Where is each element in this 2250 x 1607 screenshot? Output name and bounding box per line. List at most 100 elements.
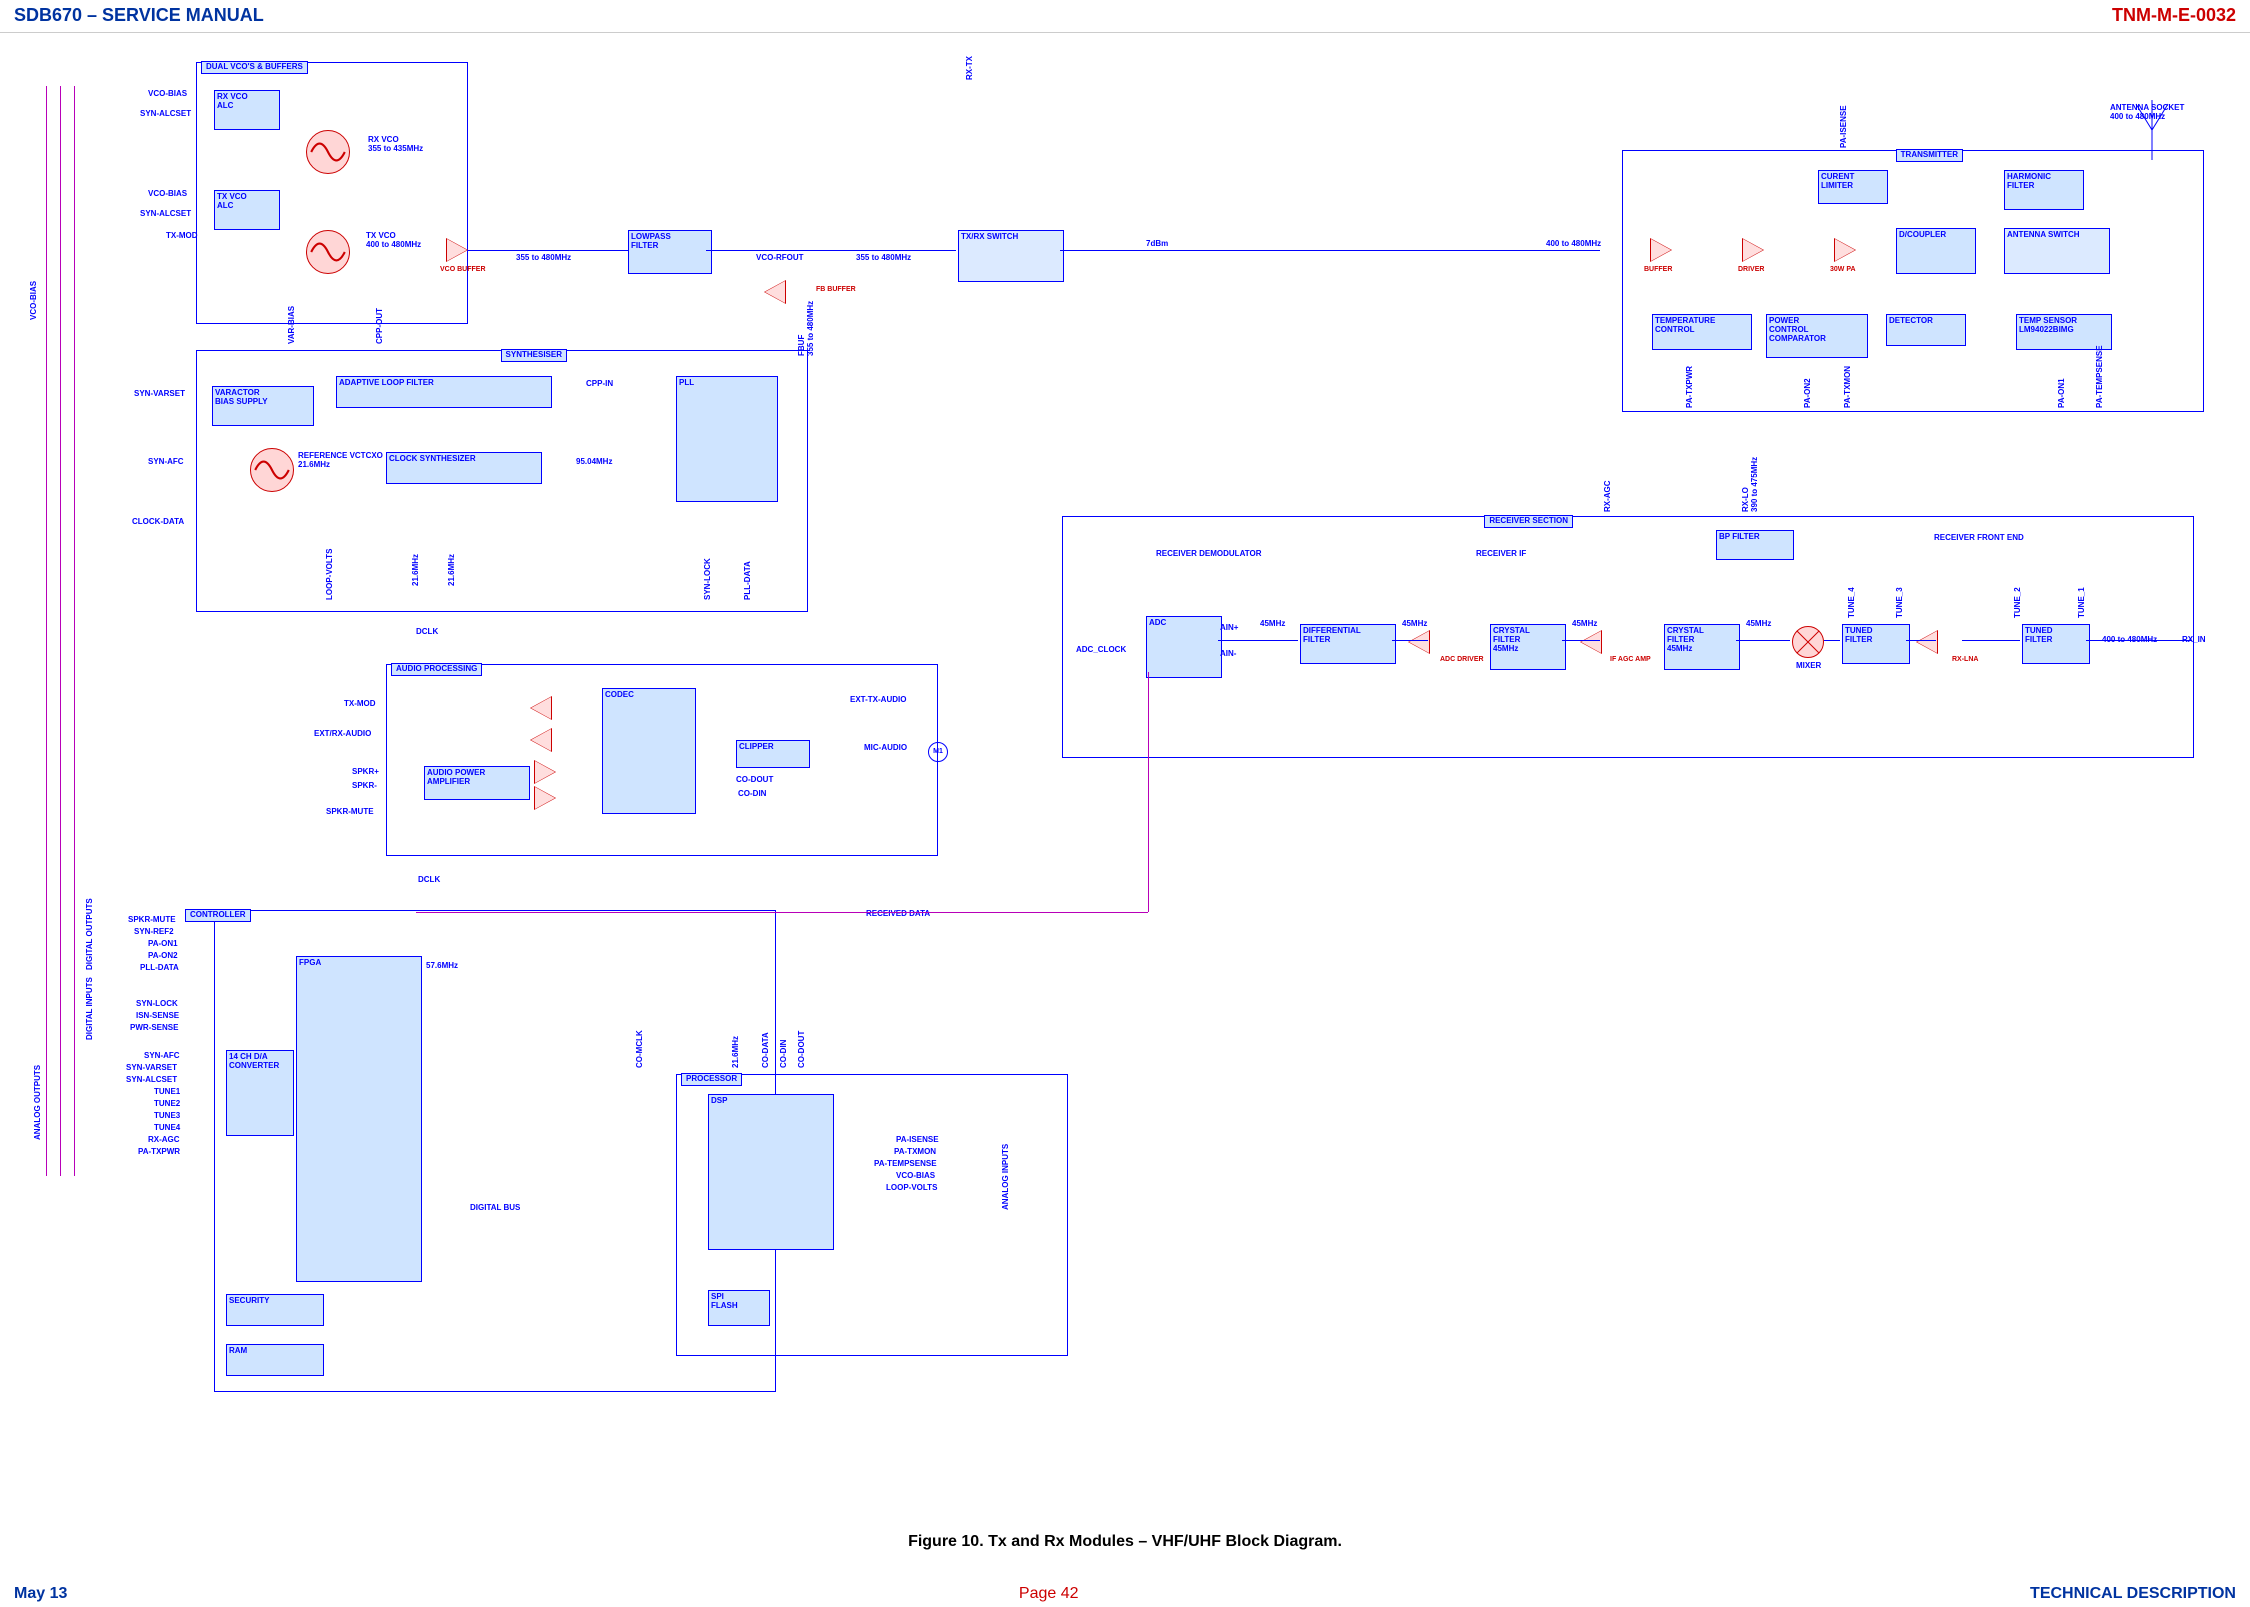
- block-dac14: 14 CH D/A CONVERTER: [226, 1050, 294, 1136]
- header-right: TNM-M-E-0032: [2112, 6, 2236, 26]
- lbl-mic-audio: MIC-AUDIO: [864, 744, 907, 753]
- lbl-txvco: TX VCO 400 to 480MHz: [366, 232, 421, 250]
- lbl-analog-outputs: ANALOG OUTPUTS: [34, 1065, 43, 1140]
- block-tx-vco-alc: TX VCO ALC: [214, 190, 280, 230]
- lbl-rx-lna: RX-LNA: [1952, 656, 1978, 664]
- lbl-adc-driver: ADC DRIVER: [1440, 656, 1484, 664]
- block-tempctrl: TEMPERATURE CONTROL: [1652, 314, 1752, 350]
- block-bpfilter: BP FILTER: [1716, 530, 1794, 560]
- region-synth-title: SYNTHESISER: [501, 349, 567, 362]
- region-tx-title: TRANSMITTER: [1896, 149, 1963, 162]
- lbl-ctrl-tune4: TUNE4: [154, 1124, 180, 1133]
- lbl-mic-circle: M1: [928, 742, 948, 762]
- lbl-syn-varset: SYN-VARSET: [134, 390, 185, 399]
- lbl-fbuf: FBUF 355 to 480MHz: [798, 301, 816, 356]
- lbl-45a: 45MHz: [1260, 620, 1285, 629]
- lbl-ctrl-synvarset: SYN-VARSET: [126, 1064, 177, 1073]
- lbl-ctrl-rxagc: RX-AGC: [148, 1136, 180, 1145]
- lbl-ctrl-patxpwr: PA-TXPWR: [138, 1148, 180, 1157]
- region-controller-title: CONTROLLER: [185, 909, 251, 922]
- block-curr-limiter: CURENT LIMITER: [1818, 170, 1888, 204]
- block-ram: RAM: [226, 1344, 324, 1376]
- block-codec: CODEC: [602, 688, 696, 814]
- lbl-45b: 45MHz: [1402, 620, 1427, 629]
- lbl-spkr-n: SPKR-: [352, 782, 377, 791]
- lbl-576: 57.6MHz: [426, 962, 458, 971]
- lbl-pa-txmon: PA-TXMON: [894, 1148, 936, 1157]
- lbl-dclk: DCLK: [416, 628, 438, 637]
- lbl-vco-rfout: VCO-RFOUT: [756, 254, 804, 263]
- bus-left-2: [60, 86, 61, 1176]
- lbl-loop-volts: LOOP-VOLTS: [326, 549, 335, 600]
- lbl-co-dout2: CO-DOUT: [798, 1031, 807, 1068]
- lbl-fb-buffer: FB BUFFER: [816, 286, 856, 294]
- lbl-ain-n: AIN-: [1220, 650, 1236, 659]
- block-dsp: DSP: [708, 1094, 834, 1250]
- lbl-216b: 21.6MHz: [448, 554, 457, 586]
- page-header: SDB670 – SERVICE MANUAL TNM-M-E-0032: [0, 0, 2250, 33]
- lbl-ctrl-synref2: SYN-REF2: [134, 928, 174, 937]
- lbl-syn-alcset-2: SYN-ALCSET: [140, 210, 191, 219]
- lbl-loop-volts2: LOOP-VOLTS: [886, 1184, 937, 1193]
- block-pwrcomp: POWER CONTROL COMPARATOR: [1766, 314, 1868, 358]
- lbl-rx-front: RECEIVER FRONT END: [1934, 534, 2024, 543]
- lbl-spkr-mute: SPKR-MUTE: [326, 808, 374, 817]
- lbl-30w: 30W PA: [1830, 266, 1856, 274]
- block-lowpass: LOWPASS FILTER: [628, 230, 712, 274]
- lbl-co-dout: CO-DOUT: [736, 776, 773, 785]
- block-harmonic: HARMONIC FILTER: [2004, 170, 2084, 210]
- osc-tx-vco: [306, 230, 350, 274]
- lbl-digital-bus: DIGITAL BUS: [470, 1204, 520, 1213]
- lbl-pa-tempsense: PA-TEMPSENSE: [874, 1160, 937, 1169]
- region-tx: TRANSMITTER: [1622, 150, 2204, 412]
- lbl-vco-bias2: VCO-BIAS: [896, 1172, 935, 1181]
- lbl-ctrl-synlock: SYN-LOCK: [136, 1000, 178, 1009]
- block-tuned1: TUNED FILTER: [2022, 624, 2090, 664]
- lbl-rx-demod: RECEIVER DEMODULATOR: [1156, 550, 1262, 559]
- lbl-cpp-out: CPP-OUT: [376, 308, 385, 344]
- lbl-adc-clock: ADC_CLOCK: [1076, 646, 1126, 655]
- block-clock-synth: CLOCK SYNTHESIZER: [386, 452, 542, 484]
- lbl-7dbm: 7dBm: [1146, 240, 1168, 249]
- block-rx-vco-alc: RX VCO ALC: [214, 90, 280, 130]
- lbl-rxvco: RX VCO 355 to 435MHz: [368, 136, 423, 154]
- lbl-co-din2: CO-DIN: [780, 1040, 789, 1068]
- lbl-rx-if: RECEIVER IF: [1476, 550, 1526, 559]
- lbl-tune4: TUNE_4: [1848, 587, 1857, 618]
- footer-left: May 13: [14, 1585, 67, 1603]
- lbl-ant-socket: ANTENNA SOCKET 400 to 480MHz: [2110, 104, 2184, 122]
- lbl-45c: 45MHz: [1572, 620, 1597, 629]
- lbl-ctrl-isense: ISN-SENSE: [136, 1012, 179, 1021]
- lbl-tx-mod: TX-MOD: [344, 700, 376, 709]
- block-tuned3: TUNED FILTER: [1842, 624, 1910, 664]
- page-footer: May 13 Page 42 TECHNICAL DESCRIPTION: [0, 1585, 2250, 1603]
- region-rx-title: RECEIVER SECTION: [1484, 515, 1573, 528]
- block-ant-switch: ANTENNA SWITCH: [2004, 228, 2110, 274]
- lbl-co-din: CO-DIN: [738, 790, 766, 799]
- lbl-45d: 45MHz: [1746, 620, 1771, 629]
- lbl-var-bias: VAR-BIAS: [288, 306, 297, 344]
- block-loopfilter: ADAPTIVE LOOP FILTER: [336, 376, 552, 408]
- block-xf1: CRYSTAL FILTER 45MHz: [1490, 624, 1566, 670]
- lbl-syn-lock: SYN-LOCK: [704, 558, 713, 600]
- lbl-ctrl-synafc: SYN-AFC: [144, 1052, 180, 1061]
- lbl-pa-txpwr: PA-TXPWR: [1686, 366, 1695, 408]
- lbl-pa-tempsense2: PA-TEMPSENSE: [2096, 345, 2105, 408]
- lbl-ext-rx-audio: EXT/RX-AUDIO: [314, 730, 371, 739]
- lbl-vco-bias-left: VCO-BIAS: [30, 281, 39, 320]
- lbl-95mhz: 95.04MHz: [576, 458, 612, 467]
- block-apa: AUDIO POWER AMPLIFIER: [424, 766, 530, 800]
- lbl-ain-p: AIN+: [1220, 624, 1238, 633]
- mixer-icon: [1792, 626, 1824, 658]
- lbl-cpp-in: CPP-IN: [586, 380, 613, 389]
- lbl-mixer: MIXER: [1796, 662, 1821, 671]
- lbl-co-data: CO-DATA: [762, 1032, 771, 1068]
- lbl-vco-bias-1: VCO-BIAS: [148, 90, 187, 99]
- figure-caption: Figure 10. Tx and Rx Modules – VHF/UHF B…: [0, 1533, 2250, 1551]
- footer-center: Page 42: [1019, 1585, 1079, 1603]
- block-xf2: CRYSTAL FILTER 45MHz: [1664, 624, 1740, 670]
- footer-right: TECHNICAL DESCRIPTION: [2030, 1585, 2236, 1603]
- lbl-pa-on1: PA-ON1: [2058, 378, 2067, 408]
- osc-rx-vco: [306, 130, 350, 174]
- lbl-ctrl-paon2: PA-ON2: [148, 952, 178, 961]
